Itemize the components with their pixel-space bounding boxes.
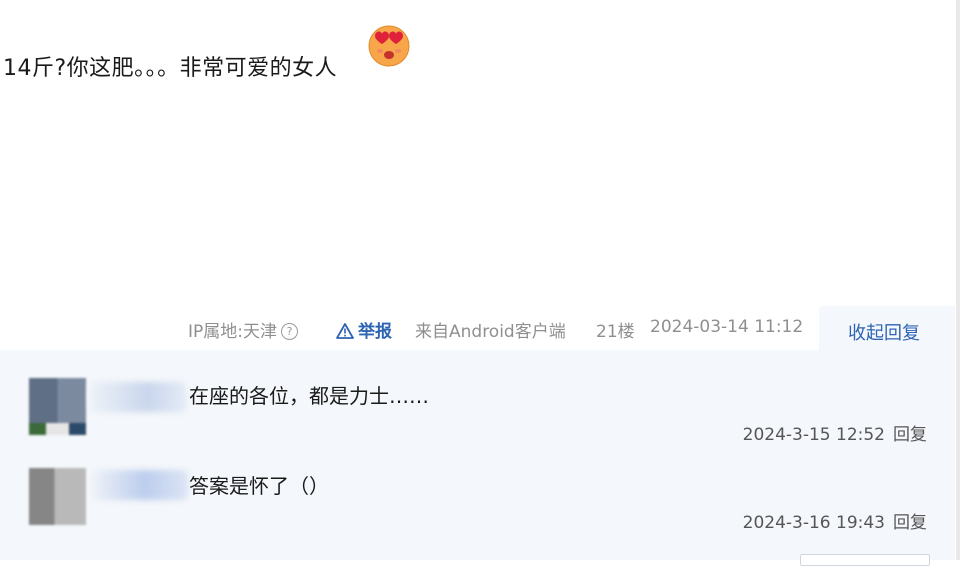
warning-icon [336,323,354,339]
avatar[interactable] [29,468,86,525]
reply-item: 答案是怀了（） 2024-3-16 19:43 回复 [0,448,955,548]
client-source: 来自Android客户端 [415,322,566,342]
avatar[interactable] [29,378,86,435]
reply-text: 答案是怀了（） [189,474,329,498]
ip-location-text: IP属地:天津 [188,322,277,342]
username-blurred[interactable] [92,470,188,500]
post-content: 14斤?你这肥。。。非常可爱的女人 [3,56,338,81]
scrollbar[interactable] [956,0,960,560]
heart-eyes-kiss-emoji-icon [368,25,410,67]
collapse-replies-label: 收起回复 [848,323,920,344]
floor-number: 21楼 [596,322,635,342]
reply-item: 在座的各位，都是力士…… 2024-3-15 12:52 回复 [0,350,955,450]
reply-time: 2024-3-16 19:43 [742,513,885,533]
reply-meta: 2024-3-15 12:52 回复 [743,420,927,445]
reply-time: 2024-3-15 12:52 [742,425,885,445]
help-icon[interactable]: ? [281,323,298,340]
report-link[interactable]: 举报 [336,317,392,342]
reply-meta: 2024-3-16 19:43 回复 [743,508,927,533]
reply-button[interactable]: 回复 [893,425,927,445]
add-reply-button[interactable] [800,554,930,566]
post-meta-bar: IP属地:天津? 举报 来自Android客户端 21楼 2024-03-14 … [0,306,820,350]
collapse-replies-button[interactable]: 收起回复 [819,306,955,352]
username-blurred[interactable] [90,382,186,412]
post-time: 2024-03-14 11:12 [650,317,804,337]
reply-button[interactable]: 回复 [893,513,927,533]
reply-text: 在座的各位，都是力士…… [189,384,429,408]
ip-location: IP属地:天津? [188,317,298,342]
reply-list: 在座的各位，都是力士…… 2024-3-15 12:52 回复 答案是怀了（） 2… [0,350,955,560]
report-label: 举报 [358,322,392,342]
